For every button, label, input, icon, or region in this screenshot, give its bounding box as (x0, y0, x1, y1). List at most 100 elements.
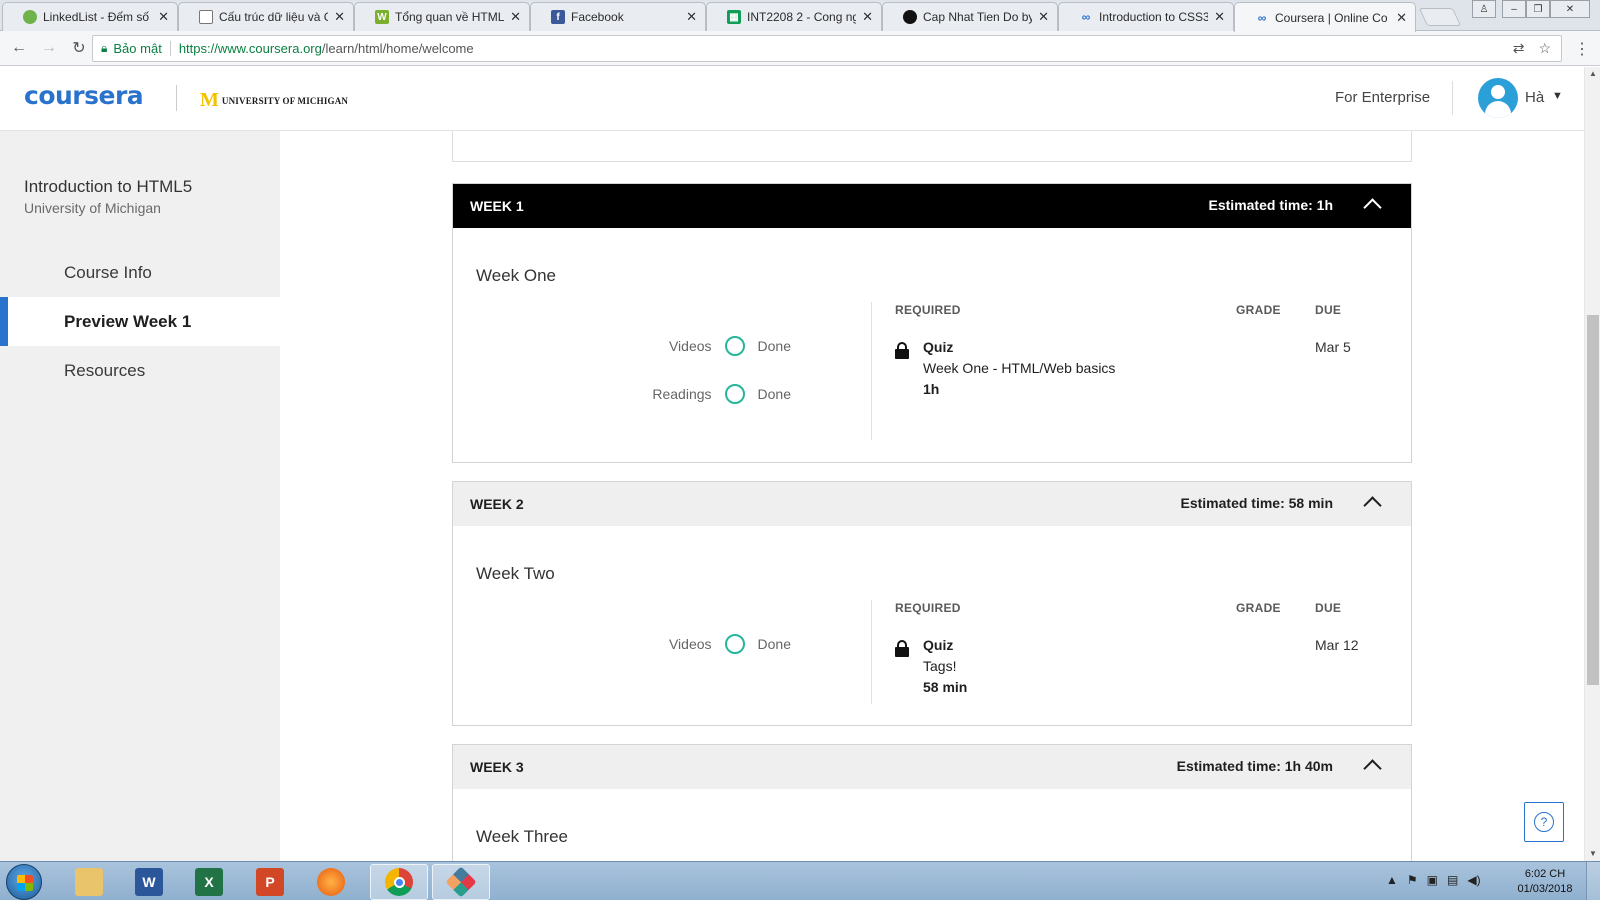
close-icon[interactable]: ✕ (686, 9, 697, 25)
close-icon[interactable]: ✕ (1038, 9, 1049, 25)
done-circle-icon (724, 336, 745, 356)
close-icon[interactable]: ✕ (1396, 10, 1407, 26)
chevron-up-icon[interactable] (1361, 192, 1383, 214)
system-clock[interactable]: 6:02 CH 01/03/2018 (1515, 867, 1575, 897)
for-enterprise-link[interactable]: For Enterprise (1335, 89, 1430, 106)
paint-icon (445, 866, 477, 898)
grade-header: GRADE (1236, 601, 1281, 615)
help-button[interactable]: ? (1524, 802, 1564, 842)
browser-tab[interactable]: f Facebook ✕ (530, 2, 706, 31)
taskbar-explorer[interactable] (60, 864, 118, 900)
scroll-thumb[interactable] (1587, 315, 1599, 685)
done-circle-icon (724, 384, 745, 404)
grade-header: GRADE (1236, 303, 1281, 317)
volume-icon[interactable]: ◀) (1467, 873, 1480, 887)
network-icon[interactable]: ▤ (1447, 873, 1458, 887)
minimize-button[interactable]: – (1502, 0, 1526, 18)
item-duration: 1h (923, 381, 940, 397)
browser-tab[interactable]: W Tổng quan về HTML ✕ (354, 2, 530, 31)
item-name[interactable]: Week One - HTML/Web basics (923, 360, 1115, 376)
url-text: https://www.coursera.org/learn/html/home… (179, 41, 474, 56)
taskbar-paint[interactable] (432, 864, 490, 900)
sidebar-item-course-info[interactable]: Course Info (0, 248, 280, 297)
course-org: University of Michigan (24, 200, 161, 216)
taskbar-word[interactable]: W (120, 864, 178, 900)
url-path: /learn/html/home/welcome (321, 41, 474, 56)
week-header[interactable]: WEEK 1 Estimated time: 1h (453, 184, 1411, 228)
browser-tab-active[interactable]: ∞ Coursera | Online Co ✕ (1234, 2, 1416, 32)
start-button[interactable] (6, 864, 42, 900)
user-name[interactable]: Hà (1525, 89, 1544, 106)
security-label: Bảo mật (113, 41, 171, 56)
week-header[interactable]: WEEK 3 Estimated time: 1h 40m (453, 745, 1411, 789)
progress-videos: Videos Done (669, 634, 791, 654)
close-icon[interactable]: ✕ (334, 9, 345, 25)
clock-date: 01/03/2018 (1517, 883, 1573, 895)
item-duration: 58 min (923, 679, 968, 695)
address-toolbar: ← → ↻ 🔒︎ Bảo mật https://www.coursera.or… (0, 31, 1600, 66)
close-icon[interactable]: ✕ (862, 9, 873, 25)
taskbar-chrome[interactable] (370, 864, 428, 900)
flag-icon[interactable]: ⚑ (1407, 873, 1418, 887)
umich-m-icon: M (200, 89, 219, 111)
course-sidebar (0, 131, 280, 861)
close-icon[interactable]: ✕ (158, 9, 169, 25)
avatar[interactable] (1478, 78, 1518, 118)
browser-tab[interactable]: ∞ Introduction to CSS3 ✕ (1058, 2, 1234, 31)
maximize-button[interactable]: ❐ (1526, 0, 1550, 18)
forward-button[interactable]: → (38, 37, 60, 59)
bookmark-star-icon[interactable]: ☆ (1538, 40, 1551, 57)
divider (1452, 81, 1453, 115)
required-header: REQUIRED (895, 303, 961, 317)
back-button[interactable]: ← (8, 37, 30, 59)
partner-name: UNIVERSITY OF MICHIGAN (221, 95, 349, 106)
sidebar-item-resources[interactable]: Resources (0, 346, 280, 395)
translate-icon[interactable]: ⇄ (1513, 40, 1525, 57)
chevron-up-icon[interactable] (1361, 490, 1383, 512)
taskbar-excel[interactable]: X (180, 864, 238, 900)
lock-icon (895, 640, 909, 657)
lock-icon: 🔒︎ (101, 41, 108, 55)
chevron-down-icon[interactable]: ▼ (1552, 90, 1563, 102)
close-icon[interactable]: ✕ (510, 9, 521, 25)
close-icon[interactable]: ✕ (1214, 9, 1225, 25)
week-header[interactable]: WEEK 2 Estimated time: 58 min (453, 482, 1411, 526)
scroll-up-arrow-icon[interactable]: ▲ (1585, 67, 1600, 81)
progress-status: Done (757, 386, 791, 402)
week-card: WEEK 2 Estimated time: 58 min Week Two V… (452, 481, 1412, 726)
sidebar-item-preview-week-1[interactable]: Preview Week 1 (0, 297, 280, 346)
show-desktop-button[interactable] (1586, 862, 1600, 900)
scroll-down-arrow-icon[interactable]: ▼ (1585, 847, 1600, 861)
item-name[interactable]: Tags! (923, 658, 956, 674)
browser-tab[interactable]: LinkedList - Đếm số p ✕ (2, 2, 178, 31)
browser-tab[interactable]: Cấu trúc dữ liệu và Gi ✕ (178, 2, 354, 31)
reload-button[interactable]: ↻ (68, 37, 90, 59)
due-header: DUE (1315, 601, 1342, 615)
clock-time: 6:02 CH (1524, 868, 1566, 880)
week-name: Week One (476, 266, 557, 285)
browser-tab[interactable]: ▦ INT2208 2 - Cong ngh ✕ (706, 2, 882, 31)
tab-title: Cap Nhat Tien Do by (923, 10, 1033, 24)
item-type: Quiz (923, 339, 954, 355)
github-icon (903, 10, 917, 24)
taskbar-firefox[interactable] (302, 864, 360, 900)
url-bar[interactable]: 🔒︎ Bảo mật https://www.coursera.org/lear… (92, 35, 1562, 62)
progress-label: Videos (668, 636, 712, 652)
coursera-logo[interactable]: coursera (24, 81, 144, 110)
tray-expand-icon[interactable]: ▲ (1386, 873, 1398, 887)
due-date: Mar 12 (1315, 637, 1359, 653)
week-label: WEEK 1 (470, 198, 524, 214)
browser-menu-icon[interactable]: ⋮ (1574, 39, 1590, 59)
week-card: WEEK 3 Estimated time: 1h 40m Week Three (452, 744, 1412, 861)
progress-label: Videos (668, 338, 712, 354)
page-scrollbar[interactable]: ▲ ▼ (1584, 67, 1600, 861)
browser-tab[interactable]: Cap Nhat Tien Do by ✕ (882, 2, 1058, 31)
partner-logo[interactable]: M UNIVERSITY OF MICHIGAN (200, 89, 348, 112)
week-card: WEEK 1 Estimated time: 1h Week One Video… (452, 183, 1412, 463)
close-window-button[interactable]: ✕ (1550, 0, 1590, 18)
chevron-up-icon[interactable] (1361, 753, 1383, 775)
taskbar-powerpoint[interactable]: P (241, 864, 299, 900)
profile-button[interactable]: ♙ (1472, 0, 1496, 18)
new-tab-button[interactable] (1418, 8, 1462, 26)
keyboard-icon[interactable]: ▣ (1427, 873, 1438, 887)
